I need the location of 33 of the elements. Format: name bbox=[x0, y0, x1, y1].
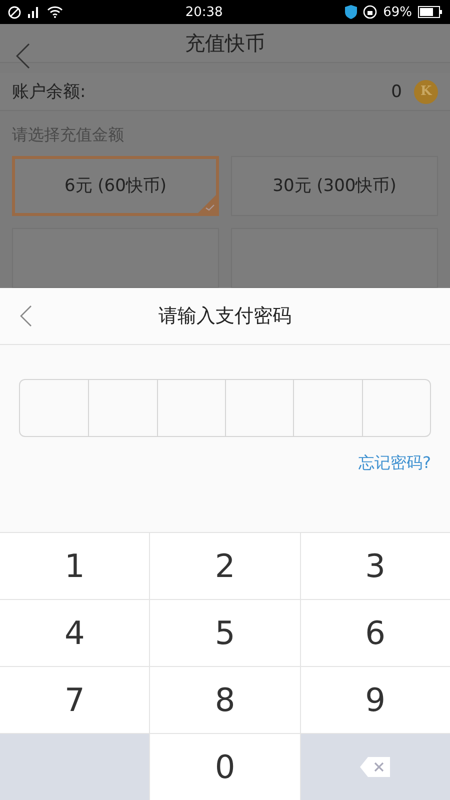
shield-icon bbox=[345, 5, 358, 19]
digit-key[interactable]: 0 bbox=[150, 734, 300, 800]
coin-icon: K bbox=[414, 80, 438, 104]
amount-option[interactable]: 30元 (300快币) bbox=[231, 156, 438, 216]
back-icon[interactable] bbox=[20, 305, 32, 327]
wifi-icon bbox=[47, 6, 63, 18]
backspace-key[interactable] bbox=[300, 734, 450, 800]
digit-key[interactable]: 4 bbox=[0, 600, 150, 666]
sheet-title: 请输入支付密码 bbox=[158, 304, 292, 329]
do-not-disturb-icon bbox=[8, 6, 21, 18]
back-icon[interactable] bbox=[16, 43, 30, 69]
balance-value: 0 bbox=[391, 82, 402, 102]
digit-key[interactable]: 8 bbox=[150, 667, 300, 733]
amount-option[interactable] bbox=[12, 228, 219, 288]
page-title: 充值快币 bbox=[185, 30, 265, 57]
digit-key[interactable]: 3 bbox=[300, 533, 450, 599]
digit-key[interactable]: 5 bbox=[150, 600, 300, 666]
backspace-icon bbox=[359, 756, 392, 778]
balance-label: 账户余额: bbox=[12, 81, 86, 104]
digit-key[interactable]: 9 bbox=[300, 667, 450, 733]
battery-icon bbox=[418, 6, 442, 18]
check-corner-icon bbox=[198, 194, 216, 213]
password-field[interactable] bbox=[19, 379, 431, 437]
rotation-lock-icon bbox=[363, 5, 378, 19]
digit-key[interactable]: 6 bbox=[300, 600, 450, 666]
clock: 20:38 bbox=[185, 4, 223, 20]
amount-option[interactable] bbox=[231, 228, 438, 288]
digit-key[interactable]: 1 bbox=[0, 533, 150, 599]
battery-percent: 69% bbox=[383, 4, 412, 20]
signal-icon bbox=[27, 6, 41, 18]
amount-option[interactable]: 6元 (60快币) bbox=[12, 156, 219, 216]
digit-key[interactable]: 2 bbox=[150, 533, 300, 599]
digit-key[interactable]: 7 bbox=[0, 667, 150, 733]
